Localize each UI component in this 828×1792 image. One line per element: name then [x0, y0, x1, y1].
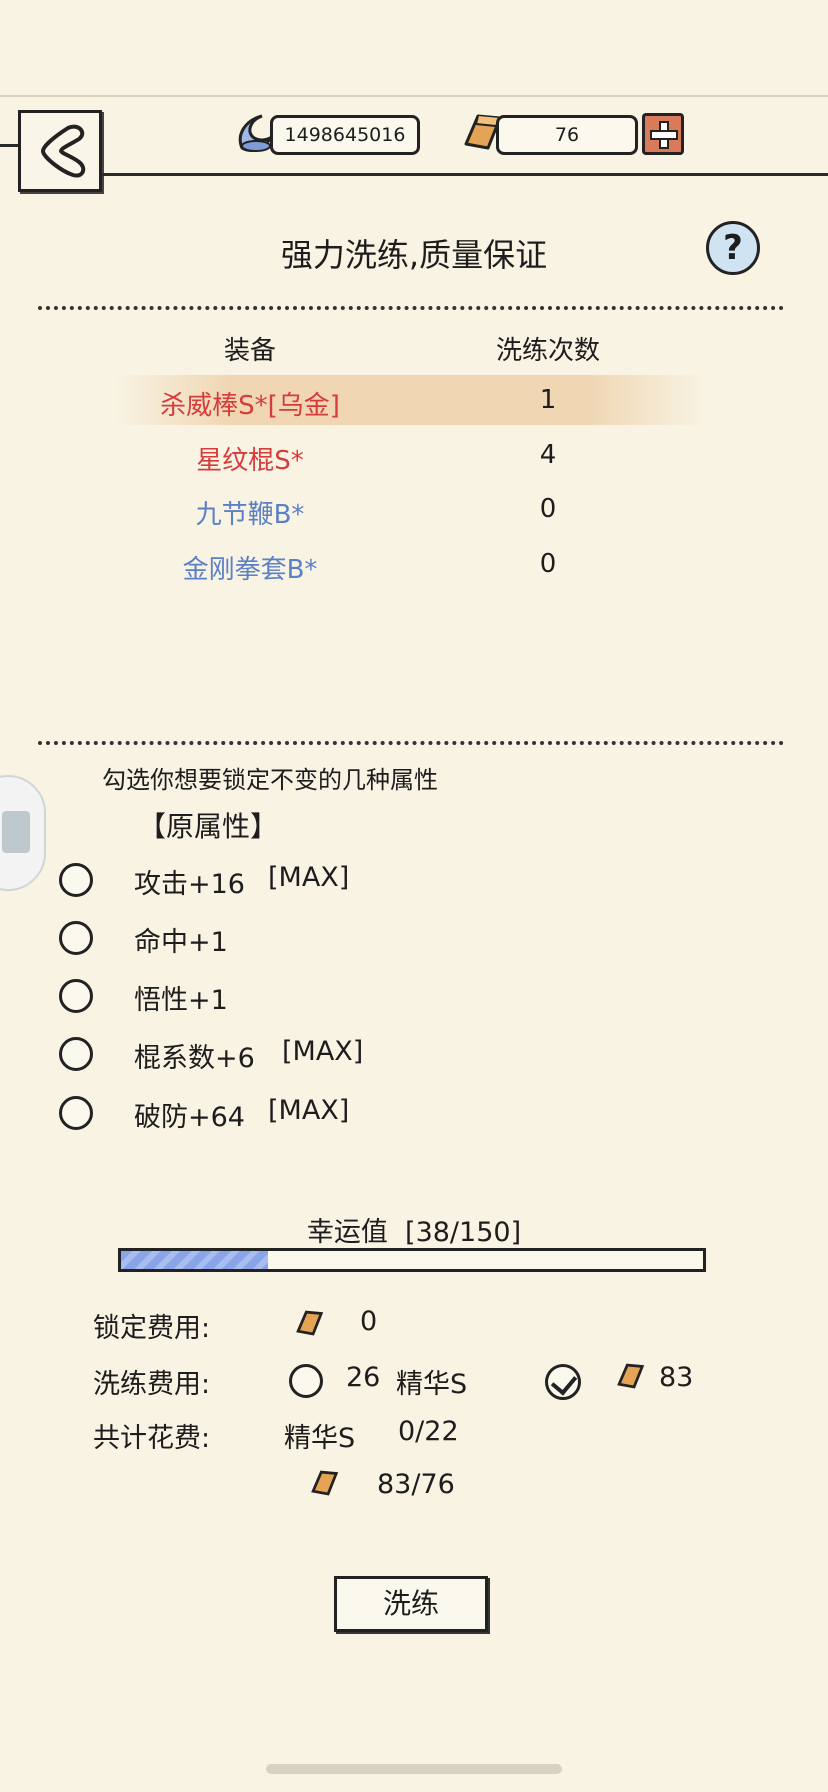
attribute-label: 悟性+1 — [134, 985, 228, 1016]
floating-side-widget[interactable] — [0, 775, 46, 891]
column-header-wash-count: 洗练次数 — [495, 336, 600, 366]
attribute-lock-radio[interactable] — [59, 979, 93, 1013]
page-title: 强力洗练,质量保证 — [280, 236, 548, 274]
original-attributes-heading: 【原属性】 — [138, 810, 279, 843]
wash-button[interactable]: 洗练 — [334, 1576, 488, 1632]
wash-cost-label: 洗练费用: — [93, 1369, 211, 1400]
home-indicator — [266, 1764, 562, 1774]
luck-progress-bar — [118, 1248, 706, 1272]
total-cost-label: 共计花费: — [93, 1423, 211, 1454]
header-line — [102, 173, 828, 176]
gold-bar-icon — [309, 1468, 339, 1496]
gold-currency-value: 76 — [554, 124, 580, 146]
essence-payment-radio[interactable] — [289, 1364, 323, 1398]
gold-bar-icon — [615, 1361, 645, 1389]
attribute-label: 攻击+16 — [134, 869, 245, 900]
wash-gold-amount: 83 — [659, 1362, 694, 1393]
widget-icon — [2, 811, 30, 853]
attribute-lock-radio[interactable] — [59, 921, 93, 955]
equipment-row-count: 0 — [539, 494, 557, 524]
attribute-label: 命中+1 — [134, 927, 228, 958]
attribute-max-tag: [MAX] — [282, 1036, 364, 1067]
lock-hint-text: 勾选你想要锁定不变的几种属性 — [102, 766, 438, 794]
luck-progress-fill — [121, 1251, 269, 1269]
back-button[interactable] — [18, 110, 102, 192]
equipment-row-name[interactable]: 九节鞭B* — [100, 494, 400, 531]
luck-label-text: 幸运值 — [306, 1217, 388, 1248]
attribute-label: 破防+64 — [134, 1102, 245, 1133]
equipment-row-count: 0 — [539, 549, 557, 579]
silver-currency-value: 1498645016 — [284, 124, 406, 146]
attribute-max-tag: [MAX] — [268, 1095, 350, 1126]
gold-bar-icon — [294, 1308, 324, 1336]
equipment-row-name[interactable]: 杀威棒S*[乌金] — [100, 385, 400, 422]
equipment-row-count: 1 — [539, 385, 557, 415]
total-essence-name: 精华S — [284, 1423, 356, 1454]
attribute-lock-radio[interactable] — [59, 1037, 93, 1071]
total-gold-value: 83/76 — [377, 1469, 455, 1500]
moon-coin-icon — [232, 112, 274, 156]
wash-essence-amount: 26 — [346, 1362, 381, 1393]
attribute-max-tag: [MAX] — [268, 862, 350, 893]
back-arrow-icon — [41, 124, 86, 178]
equipment-row-name[interactable]: 金刚拳套B* — [100, 549, 400, 586]
attribute-label: 棍系数+6 — [134, 1043, 255, 1074]
dotted-divider-middle — [38, 741, 784, 745]
equipment-row-count: 4 — [539, 440, 557, 470]
add-gold-button[interactable] — [642, 113, 684, 155]
top-divider — [0, 95, 828, 97]
silver-currency-display: 1498645016 — [270, 115, 420, 155]
attribute-lock-radio[interactable] — [59, 863, 93, 897]
gold-payment-check[interactable] — [545, 1364, 581, 1400]
header-line-left — [0, 144, 18, 147]
column-header-equipment: 装备 — [223, 336, 276, 366]
lock-cost-label: 锁定费用: — [93, 1313, 211, 1344]
equipment-row-name[interactable]: 星纹棍S* — [100, 440, 400, 477]
help-button[interactable]: ? — [706, 221, 760, 275]
total-essence-value: 0/22 — [398, 1416, 459, 1447]
luck-value: [38/150] — [405, 1217, 522, 1248]
gold-currency-display: 76 — [496, 115, 638, 155]
luck-label: 幸运值 [38/150] — [0, 1210, 828, 1249]
wash-essence-name: 精华S — [396, 1369, 468, 1400]
attribute-lock-radio[interactable] — [59, 1096, 93, 1130]
lock-cost-value: 0 — [360, 1306, 378, 1337]
dotted-divider-top — [38, 306, 784, 310]
